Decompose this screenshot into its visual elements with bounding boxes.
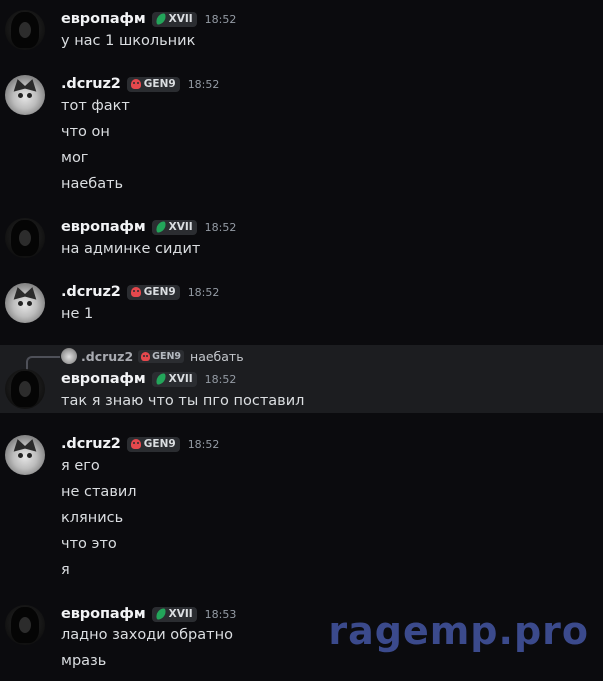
message-group: .dcruz2 GEN9 18:52 не 1 <box>0 274 603 334</box>
message-line: что он <box>61 124 110 140</box>
avatar[interactable] <box>5 10 45 50</box>
message-group: европафм XVII 18:52 у нас 1 школьник <box>0 0 603 60</box>
message-line: я его <box>61 458 100 474</box>
avatar-eye <box>18 93 23 98</box>
username[interactable]: европафм <box>61 606 146 622</box>
avatar[interactable] <box>5 435 45 475</box>
leaf-icon <box>154 608 167 620</box>
message-header: европафм XVII 18:52 <box>61 218 236 236</box>
guild-tag[interactable]: GEN9 <box>126 284 180 300</box>
reply-guild-tag-label: GEN9 <box>152 350 182 362</box>
guild-tag[interactable]: XVII <box>151 219 197 235</box>
avatar-face <box>19 230 31 246</box>
username[interactable]: европафм <box>61 11 146 27</box>
reply-username[interactable]: .dcruz2 <box>81 349 133 364</box>
guild-tag[interactable]: XVII <box>151 371 197 387</box>
message-header: .dcruz2 GEN9 18:52 <box>61 75 219 93</box>
reply-spine <box>26 356 60 370</box>
guild-tag[interactable]: XVII <box>151 11 197 27</box>
avatar-eye <box>27 301 32 306</box>
leaf-icon <box>154 221 167 233</box>
avatar[interactable] <box>5 75 45 115</box>
avatar-face <box>19 22 31 38</box>
message-line: так я знаю что ты пго поставил <box>61 393 305 409</box>
avatar[interactable] <box>5 283 45 323</box>
message-group: европафм XVII 18:52 на админке сидит <box>0 208 603 268</box>
message-line: на админке сидит <box>61 241 201 257</box>
reply-avatar <box>61 348 77 364</box>
skull-icon <box>130 287 141 297</box>
message-line: наебать <box>61 176 124 192</box>
message-header: .dcruz2 GEN9 18:52 <box>61 283 219 301</box>
timestamp: 18:52 <box>187 437 220 451</box>
message-line: клянись <box>61 510 124 526</box>
reply-text: наебать <box>190 348 244 364</box>
reply-preview[interactable]: .dcruz2 GEN9 наебать <box>22 347 244 370</box>
timestamp: 18:52 <box>204 220 237 234</box>
timestamp: 18:52 <box>187 77 220 91</box>
avatar[interactable] <box>5 605 45 645</box>
guild-tag-label: GEN9 <box>143 438 176 450</box>
message-line: у нас 1 школьник <box>61 33 196 49</box>
skull-icon <box>130 439 141 449</box>
avatar-face <box>19 381 31 397</box>
reply-guild-tag: GEN9 <box>138 349 185 363</box>
timestamp: 18:52 <box>204 372 237 386</box>
message-group-highlighted: .dcruz2 GEN9 наебать европафм XVII 18:52… <box>0 345 603 413</box>
guild-tag[interactable]: GEN9 <box>126 76 180 92</box>
message-line: мразь <box>61 653 107 669</box>
username[interactable]: .dcruz2 <box>61 436 121 452</box>
avatar-ear <box>22 437 40 452</box>
avatar[interactable] <box>5 369 45 409</box>
message-line: мог <box>61 150 89 166</box>
message-line: я <box>61 562 70 578</box>
leaf-icon <box>154 13 167 25</box>
message-header: .dcruz2 GEN9 18:52 <box>61 435 219 453</box>
message-group: .dcruz2 GEN9 18:52 тот факт что он мог н… <box>0 64 603 204</box>
avatar-eye <box>18 453 23 458</box>
avatar[interactable] <box>5 218 45 258</box>
guild-tag-label: XVII <box>168 221 193 233</box>
avatar-ear <box>22 285 40 300</box>
message-line: что это <box>61 536 117 552</box>
leaf-icon <box>154 373 167 385</box>
message-line: ладно заходи обратно <box>61 627 233 643</box>
guild-tag-label: XVII <box>168 373 193 385</box>
skull-icon <box>141 351 151 361</box>
avatar-eye <box>18 301 23 306</box>
message-header: европафм XVII 18:52 <box>61 10 236 28</box>
message-line: не 1 <box>61 306 94 322</box>
guild-tag[interactable]: GEN9 <box>126 436 180 452</box>
username[interactable]: европафм <box>61 219 146 235</box>
timestamp: 18:53 <box>204 607 237 621</box>
message-group: .dcruz2 GEN9 18:52 я его не ставил кляни… <box>0 426 603 586</box>
guild-tag[interactable]: XVII <box>151 606 197 622</box>
username[interactable]: .dcruz2 <box>61 76 121 92</box>
guild-tag-label: XVII <box>168 13 193 25</box>
guild-tag-label: GEN9 <box>143 286 176 298</box>
username[interactable]: европафм <box>61 371 146 387</box>
message-line: не ставил <box>61 484 137 500</box>
message-header: европафм XVII 18:52 <box>61 370 236 388</box>
avatar-ear <box>22 77 40 92</box>
watermark: ragemp.pro <box>328 609 589 653</box>
message-header: европафм XVII 18:53 <box>61 605 236 623</box>
avatar-eye <box>27 93 32 98</box>
skull-icon <box>130 79 141 89</box>
username[interactable]: .dcruz2 <box>61 284 121 300</box>
avatar-face <box>19 617 31 633</box>
guild-tag-label: GEN9 <box>143 78 176 90</box>
timestamp: 18:52 <box>204 12 237 26</box>
avatar-eye <box>27 453 32 458</box>
guild-tag-label: XVII <box>168 608 193 620</box>
message-line: тот факт <box>61 98 130 114</box>
timestamp: 18:52 <box>187 285 220 299</box>
